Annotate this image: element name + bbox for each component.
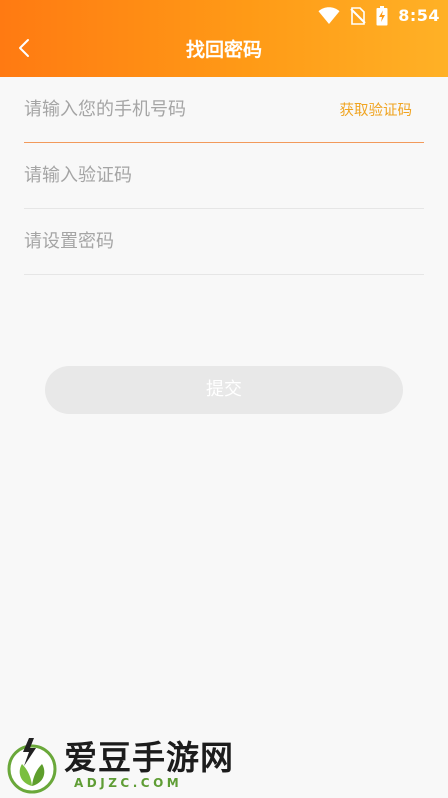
page-title: 找回密码 xyxy=(185,39,262,61)
submit-button[interactable]: 提交 xyxy=(45,366,403,414)
verification-code-input[interactable] xyxy=(24,143,424,208)
status-time: 8:54 xyxy=(398,6,440,25)
wifi-icon xyxy=(318,7,340,25)
status-bar: 8:54 xyxy=(318,0,440,32)
battery-charging-icon xyxy=(376,6,388,26)
watermark-name: 爱豆手游网 xyxy=(64,738,234,777)
watermark-logo: 爱豆手游网 ADJZC.COM xyxy=(6,736,256,794)
password-field xyxy=(24,209,424,275)
logo-icon xyxy=(6,736,62,798)
watermark-domain: ADJZC.COM xyxy=(74,776,183,790)
no-sim-icon xyxy=(350,7,366,25)
reset-password-form: 获取验证码 xyxy=(24,77,424,275)
app-header: 8:54 找回密码 xyxy=(0,0,448,77)
get-code-button[interactable]: 获取验证码 xyxy=(340,77,413,142)
phone-field: 获取验证码 xyxy=(24,77,424,143)
phone-input[interactable] xyxy=(24,77,324,142)
code-field xyxy=(24,143,424,209)
password-input[interactable] xyxy=(24,209,424,274)
